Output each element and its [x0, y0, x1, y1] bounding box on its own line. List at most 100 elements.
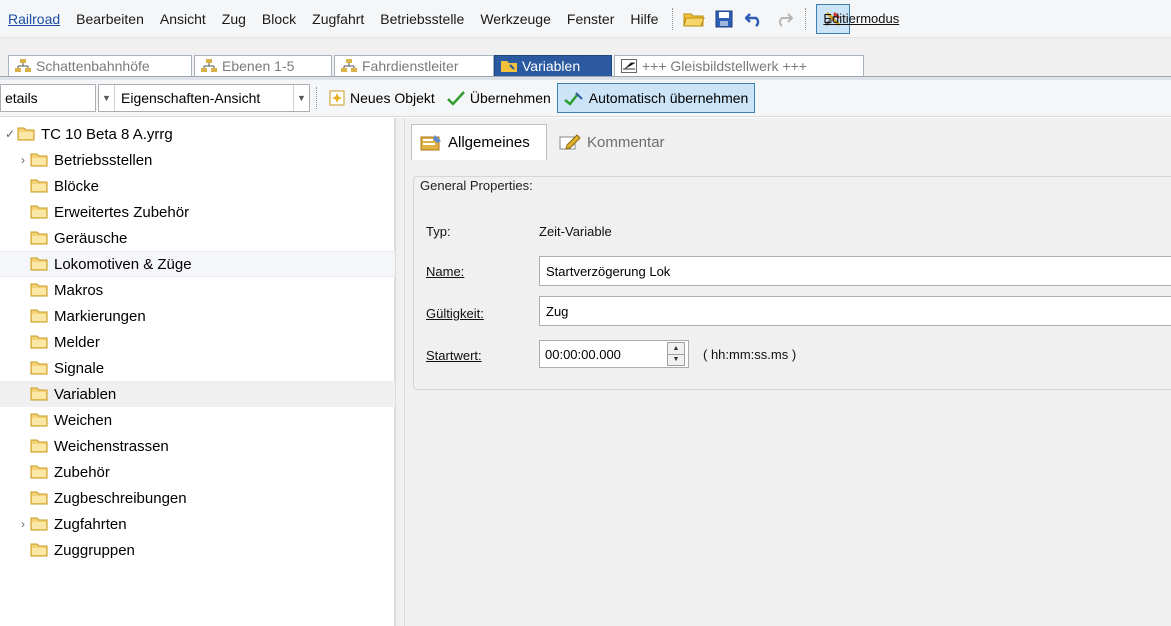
undo-icon[interactable]	[742, 7, 766, 31]
tab-label: Ebenen 1-5	[222, 58, 295, 74]
tree-item[interactable]: Signale	[0, 355, 395, 381]
chevron-down-icon[interactable]: ▼	[293, 85, 309, 111]
folder-icon	[30, 361, 48, 375]
menu-zug[interactable]: Zug	[214, 0, 254, 38]
new-object-button[interactable]: Neues Objekt	[323, 83, 441, 113]
tab-allgemeines[interactable]: Allgemeines	[411, 124, 547, 160]
tab-variablen[interactable]: Variablen	[494, 55, 612, 76]
tree-item[interactable]: Zugbeschreibungen	[0, 485, 395, 511]
redo-icon[interactable]	[772, 7, 796, 31]
tree-item[interactable]: Blöcke	[0, 173, 395, 199]
menu-separator	[672, 7, 674, 30]
open-folder-icon[interactable]	[682, 7, 706, 31]
folder-icon	[30, 231, 48, 245]
tab-allgemeines-label: Allgemeines	[448, 134, 530, 151]
tab-ebenen[interactable]: Ebenen 1-5	[194, 55, 332, 76]
folder-icon	[30, 491, 48, 505]
tab-gleisbildstellwerk[interactable]: +++ Gleisbildstellwerk +++	[614, 55, 864, 76]
tree-item[interactable]: Zubehör	[0, 459, 395, 485]
chevron-right-icon[interactable]: ›	[16, 153, 30, 167]
menu-block[interactable]: Block	[254, 0, 304, 38]
folder-icon	[30, 413, 48, 427]
name-input-value: Startverzögerung Lok	[546, 263, 671, 279]
org-chart-icon	[341, 59, 357, 72]
folder-icon	[30, 335, 48, 349]
tree-item[interactable]: › Betriebsstellen	[0, 147, 395, 173]
folder-icon	[17, 127, 35, 141]
document-tab-bar: Schattenbahnhöfe Ebenen 1-5 Fahrdienstle…	[0, 38, 1171, 80]
folder-icon	[30, 543, 48, 557]
tree-item[interactable]: Zuggruppen	[0, 537, 395, 563]
tab-kommentar[interactable]: Kommentar	[551, 124, 691, 160]
tree-item-label: Zubehör	[54, 463, 110, 481]
folder-variable-icon	[501, 61, 517, 72]
new-object-icon	[329, 90, 345, 106]
menu-ansicht[interactable]: Ansicht	[152, 0, 214, 38]
tree-item-label: Blöcke	[54, 177, 100, 195]
tree-item[interactable]: Geräusche	[0, 225, 395, 251]
panel-splitter[interactable]	[395, 118, 405, 626]
tree-item[interactable]: Melder	[0, 329, 395, 355]
validity-input-value: Zug	[546, 303, 569, 319]
tree-root[interactable]: ✓ TC 10 Beta 8 A.yrrg	[0, 121, 395, 147]
tree-item[interactable]: Weichenstrassen	[0, 433, 395, 459]
tree-item-label: Signale	[54, 359, 105, 377]
tree-item-label: Markierungen	[54, 307, 146, 325]
tree-item-hovered[interactable]: Lokomotiven & Züge	[0, 251, 395, 277]
spin-down-icon[interactable]: ▼	[668, 355, 684, 366]
tree-item[interactable]: › Zugfahrten	[0, 511, 395, 537]
tab-kommentar-label: Kommentar	[587, 133, 665, 151]
menu-betriebsstelle[interactable]: Betriebsstelle	[372, 0, 472, 38]
menu-bar: Railroad Bearbeiten Ansicht Zug Block Zu…	[0, 0, 1171, 38]
name-input[interactable]: Startverzögerung Lok	[539, 256, 1171, 286]
tree-item-label: Zugbeschreibungen	[54, 489, 187, 507]
tab-label: Schattenbahnhöfe	[36, 58, 150, 74]
auto-apply-button[interactable]: Automatisch übernehmen	[556, 83, 756, 113]
chevron-right-icon[interactable]: ›	[16, 517, 30, 531]
tab-fahrdienstleiter[interactable]: Fahrdienstleiter	[334, 55, 494, 76]
view-mode-combo[interactable]: etails	[0, 84, 96, 112]
folder-icon	[30, 387, 48, 401]
auto-apply-label: Automatisch übernehmen	[588, 90, 749, 106]
chevron-down-icon[interactable]: ✓	[3, 127, 17, 141]
tree-root-label: TC 10 Beta 8 A.yrrg	[41, 125, 173, 143]
menu-bearbeiten[interactable]: Bearbeiten	[68, 0, 152, 38]
apply-button[interactable]: Übernehmen	[441, 83, 557, 113]
edit-mode-button[interactable]: Editiermodus	[816, 3, 899, 34]
property-view-combo[interactable]: ▼ Eigenschaften-Ansicht ▼	[98, 84, 310, 112]
menu-hilfe[interactable]: Hilfe	[622, 0, 666, 38]
tree-item[interactable]: Makros	[0, 277, 395, 303]
tree-item-label: Variablen	[54, 385, 117, 403]
save-icon[interactable]	[712, 7, 736, 31]
menu-separator	[805, 7, 807, 30]
tree-item-selected[interactable]: Variablen	[0, 381, 395, 407]
toolbar-separator	[316, 87, 317, 109]
object-tree: ✓ TC 10 Beta 8 A.yrrg › Betriebsstellen …	[0, 118, 395, 626]
comment-edit-icon	[559, 134, 581, 150]
toolbar: etails ▼ Eigenschaften-Ansicht ▼ Neues O…	[0, 80, 1171, 117]
menu-werkzeuge[interactable]: Werkzeuge	[472, 0, 559, 38]
chevron-down-icon[interactable]: ▼	[99, 85, 115, 111]
edit-mode-label: Editiermodus	[823, 11, 900, 26]
spin-up-icon[interactable]: ▲	[668, 343, 684, 355]
tree-item[interactable]: Weichen	[0, 407, 395, 433]
tree-item-label: Erweitertes Zubehör	[54, 203, 190, 221]
track-diagram-icon	[621, 59, 637, 73]
validity-input[interactable]: Zug	[539, 296, 1171, 326]
menu-zugfahrt[interactable]: Zugfahrt	[304, 0, 372, 38]
menu-fenster[interactable]: Fenster	[559, 0, 622, 38]
menu-railroad[interactable]: Railroad	[0, 0, 68, 38]
tree-item[interactable]: Markierungen	[0, 303, 395, 329]
start-value-format-hint: ( hh:mm:ss.ms )	[703, 347, 797, 362]
folder-icon	[30, 465, 48, 479]
tab-schattenbahnhoefe[interactable]: Schattenbahnhöfe	[8, 55, 192, 76]
validity-label: Gültigkeit:	[426, 306, 484, 321]
tree-item-label: Zugfahrten	[54, 515, 127, 533]
property-view-value: Eigenschaften-Ansicht	[121, 90, 261, 106]
tree-item[interactable]: Erweitertes Zubehör	[0, 199, 395, 225]
general-properties-icon	[420, 134, 441, 150]
properties-panel: Allgemeines Kommentar General Properties…	[405, 118, 1171, 626]
start-value-spinner[interactable]: ▲ ▼	[667, 342, 685, 366]
apply-label: Übernehmen	[469, 90, 551, 106]
tab-label: Fahrdienstleiter	[362, 58, 459, 74]
